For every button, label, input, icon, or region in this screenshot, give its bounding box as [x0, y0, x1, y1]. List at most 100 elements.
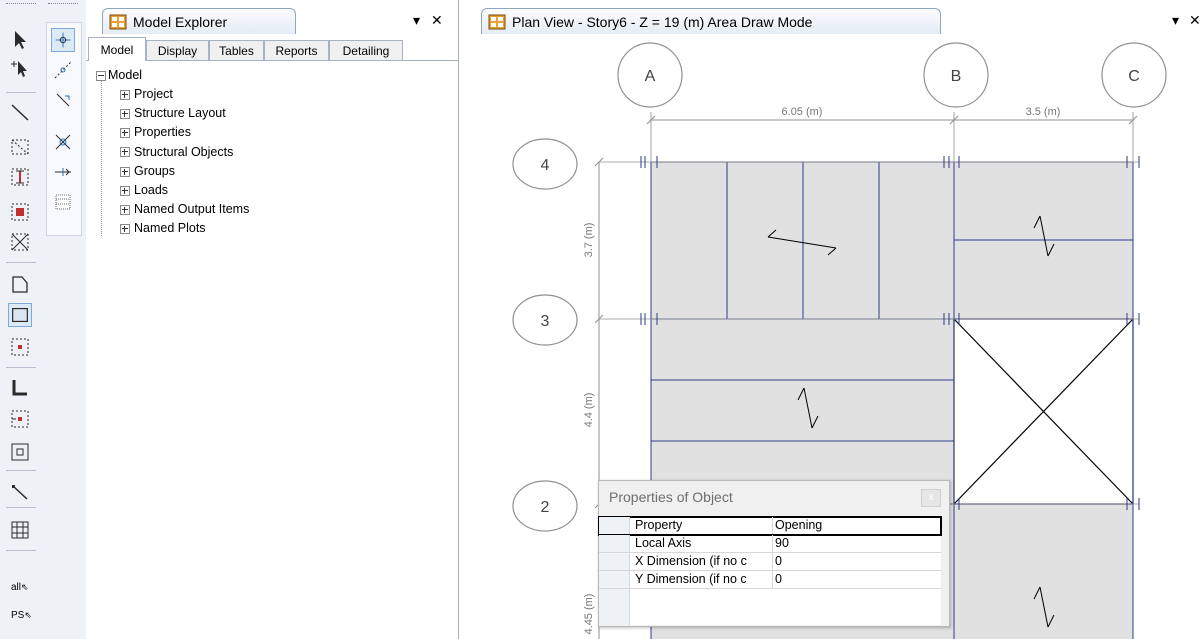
draw-wall-point-button[interactable]	[8, 407, 32, 431]
property-row[interactable]: Property Opening	[598, 516, 942, 536]
explorer-pin-dropdown[interactable]: ▾	[413, 12, 420, 29]
draw-wall-point-icon	[11, 410, 29, 428]
toolbar-grip[interactable]	[6, 3, 36, 8]
dimension-label-y: 4.45 (m)	[583, 594, 595, 635]
expand-icon[interactable]	[120, 166, 130, 177]
properties-close-button[interactable]: x	[921, 489, 941, 507]
tree-item[interactable]: Project	[120, 85, 173, 103]
draw-opening-button[interactable]	[8, 440, 32, 464]
property-name: Local Axis	[635, 536, 692, 550]
property-row[interactable]: Local Axis 90	[599, 535, 941, 553]
property-row[interactable]: Y Dimension (if no c 0	[599, 571, 941, 589]
property-grid-empty	[599, 589, 941, 625]
toolbar-separator	[6, 470, 36, 471]
property-name: Y Dimension (if no c	[635, 572, 747, 586]
toolbar-separator	[6, 550, 36, 551]
tab-model[interactable]: Model	[88, 37, 146, 61]
expand-icon[interactable]	[120, 224, 130, 235]
expand-icon[interactable]	[120, 89, 130, 100]
snap-line-icon	[54, 61, 72, 79]
grid-icon	[11, 521, 29, 539]
expand-icon[interactable]	[120, 108, 130, 119]
expand-icon[interactable]	[120, 147, 130, 158]
snap-grid-button[interactable]	[51, 190, 75, 214]
tree-item-label: Structural Objects	[134, 144, 234, 159]
snap-midpoint-icon	[55, 168, 71, 176]
row-margin	[599, 553, 630, 570]
model-explorer-title-tab[interactable]: Model Explorer	[102, 8, 296, 34]
draw-wall-button[interactable]	[8, 375, 32, 399]
explorer-close-button[interactable]: ✕	[431, 12, 443, 29]
select-beam-icon	[11, 203, 29, 221]
select-cross-button[interactable]	[8, 230, 32, 254]
tab-label: Reports	[275, 43, 318, 58]
tree-item[interactable]: Named Plots	[120, 219, 206, 237]
slab-area[interactable]	[954, 504, 1133, 639]
property-value[interactable]: 0	[772, 553, 782, 570]
expand-icon[interactable]	[120, 204, 130, 215]
grid-button[interactable]	[8, 518, 32, 542]
model-explorer-title: Model Explorer	[133, 13, 228, 30]
pan-pointer-button[interactable]	[8, 58, 32, 82]
property-value[interactable]: Opening	[772, 517, 822, 534]
select-rectangle-button[interactable]	[8, 135, 32, 159]
tree-item[interactable]: Loads	[120, 181, 168, 199]
snap-perpendicular-button[interactable]	[51, 130, 75, 154]
draw-polygon-icon	[12, 276, 28, 293]
draw-rectangle-area-button[interactable]	[8, 303, 32, 327]
tree-item[interactable]: Properties	[120, 123, 191, 141]
property-value[interactable]: 0	[772, 571, 782, 588]
collapse-icon[interactable]	[96, 70, 106, 81]
tab-label: Tables	[219, 43, 254, 58]
snap-grid-icon	[55, 194, 71, 210]
tab-label: Model	[100, 42, 134, 57]
tree-item[interactable]: Structural Objects	[120, 143, 233, 161]
dimension-label-y: 3.7 (m)	[583, 223, 595, 258]
snap-intersection-button[interactable]	[51, 88, 75, 112]
plan-close-button[interactable]: ✕	[1189, 12, 1201, 29]
snap-midpoint-button[interactable]	[51, 160, 75, 184]
expand-icon[interactable]	[120, 185, 130, 196]
snap-point-button[interactable]	[51, 28, 75, 52]
explorer-tabs: Model Display Tables Reports Detailing	[86, 36, 458, 61]
toolbar-separator	[6, 262, 36, 263]
draw-brace-button[interactable]	[8, 480, 32, 504]
tree-root[interactable]: Model	[96, 66, 142, 84]
tab-reports[interactable]: Reports	[264, 40, 329, 60]
snap-point-icon	[55, 32, 71, 48]
tree-item-label: Structure Layout	[134, 106, 226, 121]
tab-display[interactable]: Display	[146, 40, 209, 60]
draw-line-button[interactable]	[8, 100, 32, 124]
toolbar-grip[interactable]	[48, 3, 78, 8]
select-beam-button[interactable]	[8, 200, 32, 224]
expand-icon[interactable]	[120, 128, 130, 139]
select-column-button[interactable]	[8, 165, 32, 189]
plan-pin-dropdown[interactable]: ▾	[1172, 12, 1179, 29]
dimension-label-y: 4.4 (m)	[583, 393, 595, 428]
slab-area[interactable]	[651, 319, 954, 504]
tree-item[interactable]: Named Output Items	[120, 200, 249, 218]
properties-dialog-title: Properties of Object	[609, 489, 733, 505]
snap-line-button[interactable]	[51, 58, 75, 82]
property-grid: Property Opening Local Axis 90 X Dimension (…	[598, 516, 942, 625]
tree-item[interactable]: Groups	[120, 162, 175, 180]
grid-label-x: B	[951, 68, 962, 85]
select-all-button[interactable]: all⇖	[11, 582, 29, 593]
property-value[interactable]: 90	[772, 535, 789, 552]
tab-tables[interactable]: Tables	[209, 40, 264, 60]
grid-label-y: 3	[541, 313, 550, 330]
select-ps-button[interactable]: PS⇖	[11, 610, 32, 621]
plan-view-icon	[488, 14, 506, 30]
select-cross-icon	[11, 233, 29, 251]
draw-point-area-button[interactable]	[8, 335, 32, 359]
tree-connector	[101, 80, 102, 236]
grid-label-y: 4	[541, 157, 550, 174]
property-row[interactable]: X Dimension (if no c 0	[599, 553, 941, 571]
tree-item[interactable]: Structure Layout	[120, 104, 226, 122]
select-pointer-button[interactable]	[8, 28, 32, 52]
tree-item-label: Loads	[134, 183, 169, 197]
tab-detailing[interactable]: Detailing	[329, 40, 403, 60]
snap-intersection-icon	[56, 93, 70, 107]
draw-polygon-button[interactable]	[8, 272, 32, 296]
plan-view-title-tab[interactable]: Plan View - Story6 - Z = 19 (m) Area Dra…	[481, 8, 941, 34]
